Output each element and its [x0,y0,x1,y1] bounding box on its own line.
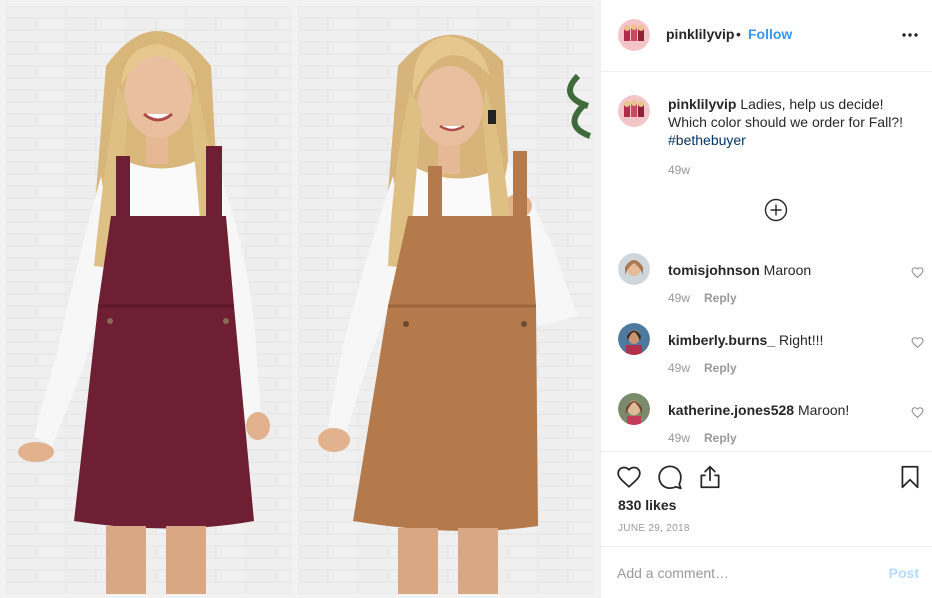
author-avatar[interactable] [618,19,650,51]
comment-username[interactable]: kimberly.burns_ [668,332,775,348]
comment-meta: 49w Reply [668,291,737,305]
plus-circle-icon[interactable] [764,198,788,222]
add-comment-bar: Post [601,546,932,598]
more-options-icon[interactable] [901,26,919,44]
caption-username[interactable]: pinklilyvip [668,96,736,112]
comment-text: Maroon! [794,402,850,418]
photo-camel-overall-dress [298,6,594,594]
comment-time[interactable]: 49w [668,431,690,445]
heart-icon[interactable] [616,464,642,490]
comment-item: kimberly.burns_ Right!!! 49w Reply [601,323,932,383]
comment-line: katherine.jones528 Maroon! [668,401,849,419]
caption-hashtag[interactable]: #bethebuyer [668,132,746,148]
comments-list[interactable]: pinklilyvip Ladies, help us decide! Whic… [601,73,932,451]
post-side-panel: pinklilyvip • Follow pinklilyvip Ladies,… [600,0,932,598]
comment-meta: 49w Reply [668,361,737,375]
reply-button[interactable]: Reply [704,291,737,305]
comment-line: kimberly.burns_ Right!!! [668,331,823,349]
reply-button[interactable]: Reply [704,431,737,445]
post-date[interactable]: JUNE 29, 2018 [618,523,690,534]
comment-time[interactable]: 49w [668,361,690,375]
photo-maroon-overall-dress [6,6,292,594]
comment-text: Right!!! [775,332,824,348]
reply-button[interactable]: Reply [704,361,737,375]
commenter-avatar[interactable] [618,393,650,425]
heart-icon[interactable] [911,336,924,349]
comment-item: katherine.jones528 Maroon! 49w Reply [601,393,932,451]
post-header: pinklilyvip • Follow [601,0,932,72]
post-comment-button[interactable]: Post [889,565,919,581]
comment-username[interactable]: katherine.jones528 [668,402,794,418]
share-icon[interactable] [697,464,723,490]
heart-icon[interactable] [911,266,924,279]
comment-bubble-icon[interactable] [657,464,683,490]
comment-time[interactable]: 49w [668,291,690,305]
post-actions: 830 likes JUNE 29, 2018 [601,451,932,546]
caption-avatar[interactable] [618,95,650,127]
comment-input[interactable] [617,561,867,585]
comment-username[interactable]: tomisjohnson [668,262,760,278]
comment-line: tomisjohnson Maroon [668,261,811,279]
separator-dot: • [736,26,741,42]
caption-timestamp[interactable]: 49w [668,163,690,177]
comment-text: Maroon [759,262,812,278]
commenter-avatar[interactable] [618,323,650,355]
commenter-avatar[interactable] [618,253,650,285]
heart-icon[interactable] [911,406,924,419]
caption-text: pinklilyvip Ladies, help us decide! Whic… [668,95,923,149]
comment-item: tomisjohnson Maroon 49w Reply [601,253,932,313]
post-image[interactable] [0,0,600,598]
author-username[interactable]: pinklilyvip [666,26,734,42]
likes-count[interactable]: 830 likes [618,497,676,513]
follow-button[interactable]: Follow [748,26,792,42]
bookmark-icon[interactable] [897,464,923,490]
comment-meta: 49w Reply [668,431,737,445]
